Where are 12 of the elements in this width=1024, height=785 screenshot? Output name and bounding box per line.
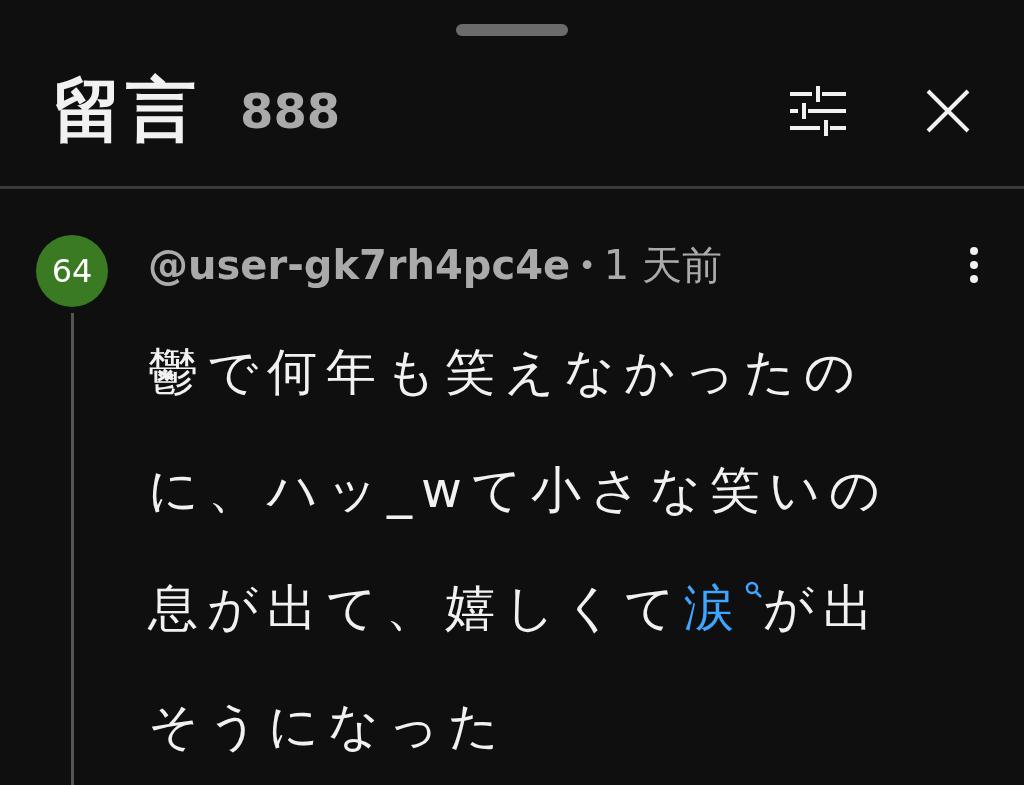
comment-author[interactable]: @user-gk7rh4pc4e	[148, 242, 571, 288]
close-icon	[926, 89, 970, 133]
drag-handle[interactable]	[456, 24, 568, 36]
more-icon	[969, 247, 979, 283]
search-link[interactable]: 涙	[684, 579, 763, 637]
avatar[interactable]: 64	[36, 235, 108, 307]
comment-time: 1 天前	[603, 240, 724, 290]
comment-count: 888	[240, 83, 342, 139]
sliders-icon	[790, 86, 846, 136]
comment-text: 鬱で何年も笑えなかったのに、ハッ_wて小さな笑いの息が出て、嬉しくて 涙 が出そうになった	[148, 342, 890, 757]
panel-title: 留言	[52, 68, 200, 153]
separator-dot: •	[578, 247, 596, 283]
